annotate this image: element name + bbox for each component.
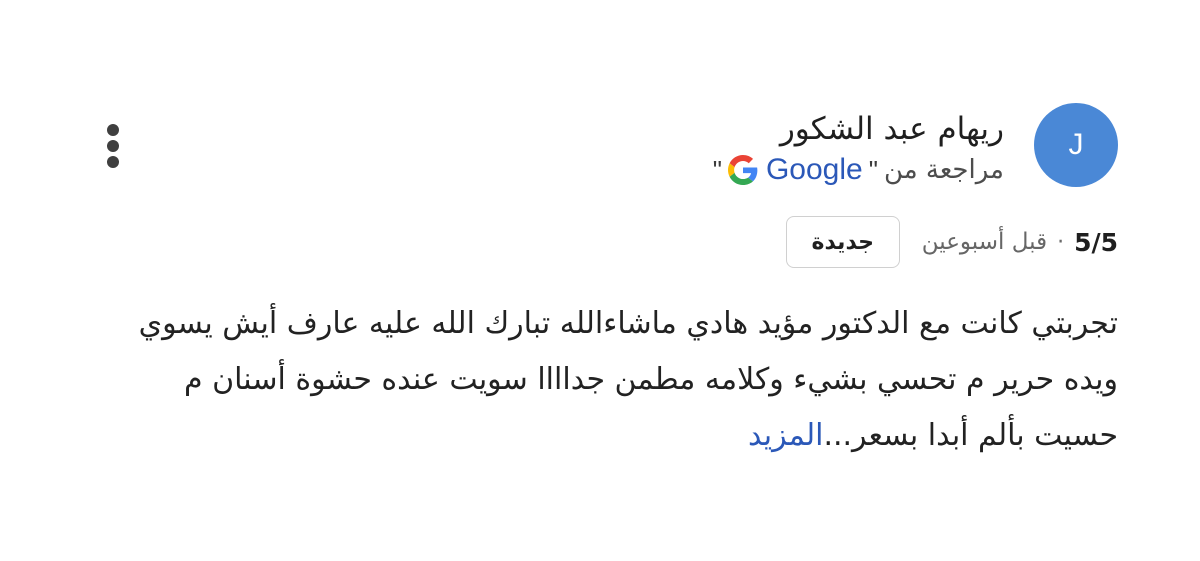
review-meta: 5/5 · قبل أسبوعين جديدة: [785, 214, 1118, 270]
read-more-link[interactable]: المزيد: [748, 418, 823, 453]
avatar-initial: J: [1068, 128, 1084, 161]
review-source: مراجعة من " Google ": [713, 152, 1004, 188]
source-brand: Google: [727, 152, 863, 188]
menu-dot: [107, 124, 119, 136]
rating: 5/5: [1074, 227, 1118, 257]
source-prefix: مراجعة من: [883, 155, 1004, 185]
menu-dot: [107, 156, 119, 168]
time-ago: قبل أسبوعين: [921, 229, 1048, 255]
more-vert-icon[interactable]: [102, 124, 124, 168]
review-card: J ريهام عبد الشكور مراجعة من " Google " …: [0, 0, 1200, 561]
author-name[interactable]: ريهام عبد الشكور: [780, 108, 1004, 150]
source-quote-open: ": [868, 155, 878, 185]
review-body: تجربتي كانت مع الدكتور مؤيد هادي ماشاءال…: [138, 306, 1118, 453]
source-name: Google: [765, 153, 863, 186]
avatar[interactable]: J: [1034, 103, 1118, 187]
menu-dot: [107, 140, 119, 152]
meta-separator: ·: [1057, 229, 1065, 255]
google-g-icon: [727, 155, 758, 185]
review-text: تجربتي كانت مع الدكتور مؤيد هادي ماشاءال…: [118, 296, 1118, 464]
new-badge: جديدة: [785, 216, 900, 268]
source-quote-close: ": [712, 155, 722, 185]
